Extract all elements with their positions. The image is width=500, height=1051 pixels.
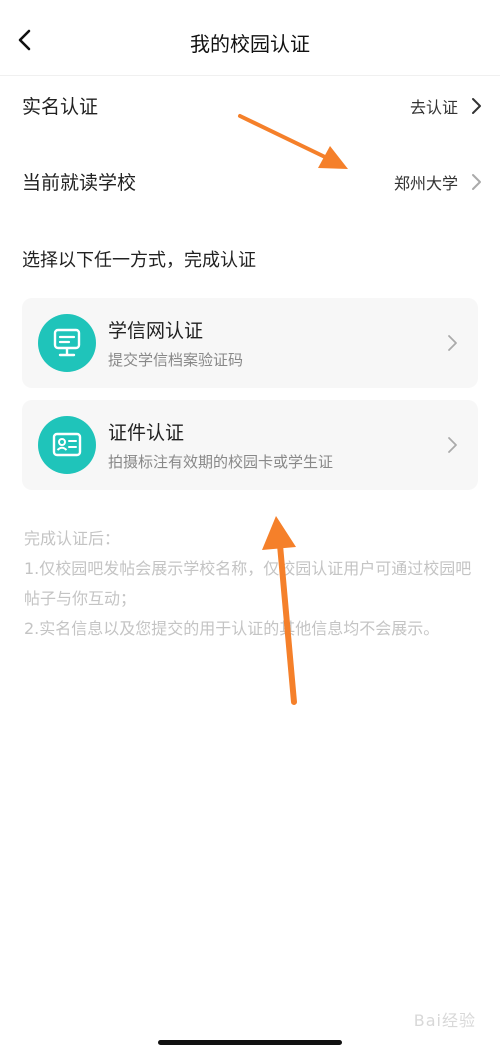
school-name-value: 郑州大学 <box>393 174 458 193</box>
id-card-icon <box>52 432 82 457</box>
section-title: 选择以下任一方式，完成认证 <box>22 250 256 271</box>
notes-heading: 完成认证后： <box>24 529 121 548</box>
chevron-right-icon <box>472 98 481 114</box>
notes-line: 2.实名信息以及您提交的用于认证的其他信息均不会展示。 <box>24 619 440 638</box>
chsi-verify-card[interactable]: 学信网认证 提交学信档案验证码 <box>22 298 478 388</box>
verification-notes: 完成认证后： 1.仅校园吧发帖会展示学校名称，仅校园认证用户可通过校园吧帖子与你… <box>24 524 478 644</box>
card-icon-badge <box>38 416 96 474</box>
current-school-label: 当前就读学校 <box>22 172 137 194</box>
chevron-right-icon <box>448 335 457 351</box>
current-school-row[interactable]: 当前就读学校 郑州大学 <box>0 152 500 212</box>
home-indicator[interactable] <box>158 1040 342 1045</box>
card-subtitle: 拍摄标注有效期的校园卡或学生证 <box>108 453 334 471</box>
watermark-logo: Bai经验 <box>413 1011 476 1030</box>
chevron-right-icon <box>472 174 481 190</box>
card-subtitle: 提交学信档案验证码 <box>108 351 244 369</box>
real-name-label: 实名认证 <box>22 96 99 118</box>
id-card-verify-card[interactable]: 证件认证 拍摄标注有效期的校园卡或学生证 <box>22 400 478 490</box>
chevron-right-icon <box>448 437 457 453</box>
card-icon-badge <box>38 314 96 372</box>
monitor-icon <box>53 328 81 357</box>
page-title: 我的校园认证 <box>190 32 310 56</box>
go-verify-link[interactable]: 去认证 <box>410 94 458 118</box>
card-title: 学信网认证 <box>108 320 204 342</box>
nav-header: 我的校园认证 <box>0 0 500 76</box>
notes-line: 1.仅校园吧发帖会展示学校名称，仅校园认证用户可通过校园吧帖子与你互动； <box>24 559 472 608</box>
real-name-row[interactable]: 实名认证 去认证 <box>0 76 500 136</box>
card-title: 证件认证 <box>108 422 185 444</box>
